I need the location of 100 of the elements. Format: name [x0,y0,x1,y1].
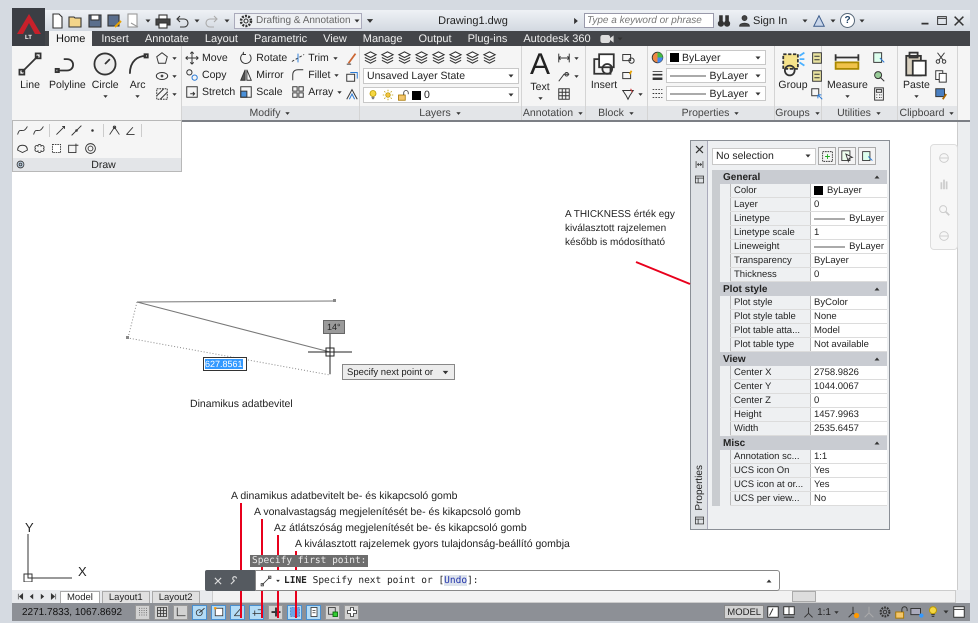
property-value[interactable]: ByLayer [811,184,887,197]
caret-down-icon[interactable] [170,54,178,62]
match-brush-icon[interactable] [934,87,948,101]
pin-icon[interactable] [15,159,26,170]
tool-button[interactable]: Move [185,51,236,65]
group-edit-icon[interactable] [810,51,824,65]
ribbon-tab[interactable]: View [316,31,354,46]
region-icon[interactable] [16,142,29,156]
leader-icon[interactable] [557,69,571,83]
undo-icon[interactable] [174,12,190,28]
xline-icon[interactable] [70,124,83,137]
tool-button[interactable]: Circle [90,49,121,102]
first-page-icon[interactable] [16,592,25,601]
layers-icon[interactable] [465,50,480,65]
layers-icon[interactable] [363,50,378,65]
search-field[interactable]: Type a keyword or phrase [584,13,714,28]
section-header[interactable]: General [720,170,887,184]
ribbon-tab[interactable]: Autodesk 360 [516,31,598,46]
layers-icon[interactable] [482,50,497,65]
tool-button[interactable]: Arc [122,49,153,102]
polygon-icon[interactable] [154,51,169,65]
sign-in-button[interactable]: Sign In [738,14,798,27]
layout-view-icon[interactable] [782,605,796,619]
layout-tab[interactable]: Layout1 [102,590,150,602]
status-toggle-button[interactable] [192,604,207,620]
save-icon[interactable] [87,12,103,28]
property-value[interactable]: 0 [811,394,887,407]
selection-dropdown[interactable]: No selection [712,148,816,164]
property-value[interactable]: ByLayer [811,212,887,225]
tool-button[interactable]: Scale [239,85,288,99]
panel-title[interactable]: Utilities [822,106,897,120]
caret-down-icon[interactable] [223,16,231,24]
printer-icon[interactable] [155,12,171,28]
ribbon-tab[interactable]: Layout [198,31,245,46]
property-value[interactable]: Not available [811,338,887,351]
triangle-icon[interactable] [812,14,826,28]
ribbon-tab[interactable]: Home [49,31,92,46]
property-value[interactable]: ByLayer [811,240,887,253]
status-toggle-button[interactable] [154,604,169,620]
caret-left-icon[interactable] [27,592,36,601]
close-light-icon[interactable] [213,576,223,586]
command-line-handle[interactable] [205,570,255,591]
section-header[interactable]: Plot style [720,282,887,296]
layer-state-dropdown[interactable]: Unsaved Layer State [363,68,519,84]
layers-icon[interactable] [397,50,412,65]
panel-title[interactable]: Layers [360,106,521,120]
caret-down-icon[interactable] [170,90,178,98]
save-as-icon[interactable] [106,12,122,28]
property-value[interactable]: ByColor [811,296,887,309]
status-toggle-button[interactable] [135,604,150,620]
ray-icon[interactable] [54,124,67,137]
ellipse-icon[interactable] [154,69,169,83]
caret-down-icon[interactable] [144,16,152,24]
property-dropdown[interactable]: ByLayer [666,50,766,65]
explode-icon[interactable] [345,69,360,83]
layers-icon[interactable] [414,50,429,65]
tool-button[interactable]: Stretch [185,85,236,99]
tool-button[interactable]: Group [778,49,808,93]
help-button[interactable]: ? [840,13,855,28]
section-header[interactable]: View [720,352,887,366]
tool-button[interactable]: Measure [825,49,870,102]
wrench-icon[interactable] [229,576,239,586]
property-value[interactable]: 2758.9826 [811,366,887,379]
close-icon[interactable] [952,14,966,28]
panel-title[interactable]: Properties [648,106,774,120]
tool-button[interactable]: A Text [525,49,555,104]
model-space-button[interactable]: MODEL [724,605,764,619]
section-header[interactable]: Misc [720,436,887,450]
property-value[interactable]: 1457.9963 [811,408,887,421]
spline-icon[interactable] [32,124,45,137]
tool-button[interactable]: Polyline [47,49,88,93]
tool-button[interactable]: Paste [901,49,932,102]
status-toggle-button[interactable] [306,604,321,620]
caret-down-icon[interactable] [801,16,809,24]
tool-button[interactable]: Line [15,49,45,93]
caret-down-icon[interactable] [573,54,580,62]
linetype-icon[interactable] [651,87,664,100]
panel-title[interactable]: Groups [775,106,821,120]
layer-dropdown[interactable]: 0 [363,87,519,103]
quick-select-icon[interactable] [872,51,886,65]
donut-icon[interactable] [84,142,97,156]
close-icon[interactable] [694,144,704,155]
tool-button[interactable]: Trim [291,51,344,65]
toggle-pickadd-button[interactable] [818,147,836,165]
layers-icon[interactable] [380,50,395,65]
tool-button[interactable]: Fillet [291,68,344,82]
id-point-icon[interactable] [872,69,886,83]
command-input[interactable]: LINE Specify next point or [Undo]: [255,570,780,591]
property-value[interactable]: No [811,492,887,505]
ribbon-tab[interactable]: Insert [94,31,136,46]
property-value[interactable]: 1 [811,226,887,239]
caret-down-icon[interactable] [637,90,644,98]
caret-down-icon[interactable] [193,16,201,24]
model-tab[interactable]: Model [60,590,100,602]
property-value[interactable]: 1:1 [811,450,887,463]
vertical-scrollbar[interactable] [957,122,970,590]
property-dropdown[interactable]: ByLayer [666,68,766,83]
group-edit-icon[interactable] [810,69,824,83]
status-toggle-button[interactable] [173,604,188,620]
line-icon[interactable] [260,574,272,586]
